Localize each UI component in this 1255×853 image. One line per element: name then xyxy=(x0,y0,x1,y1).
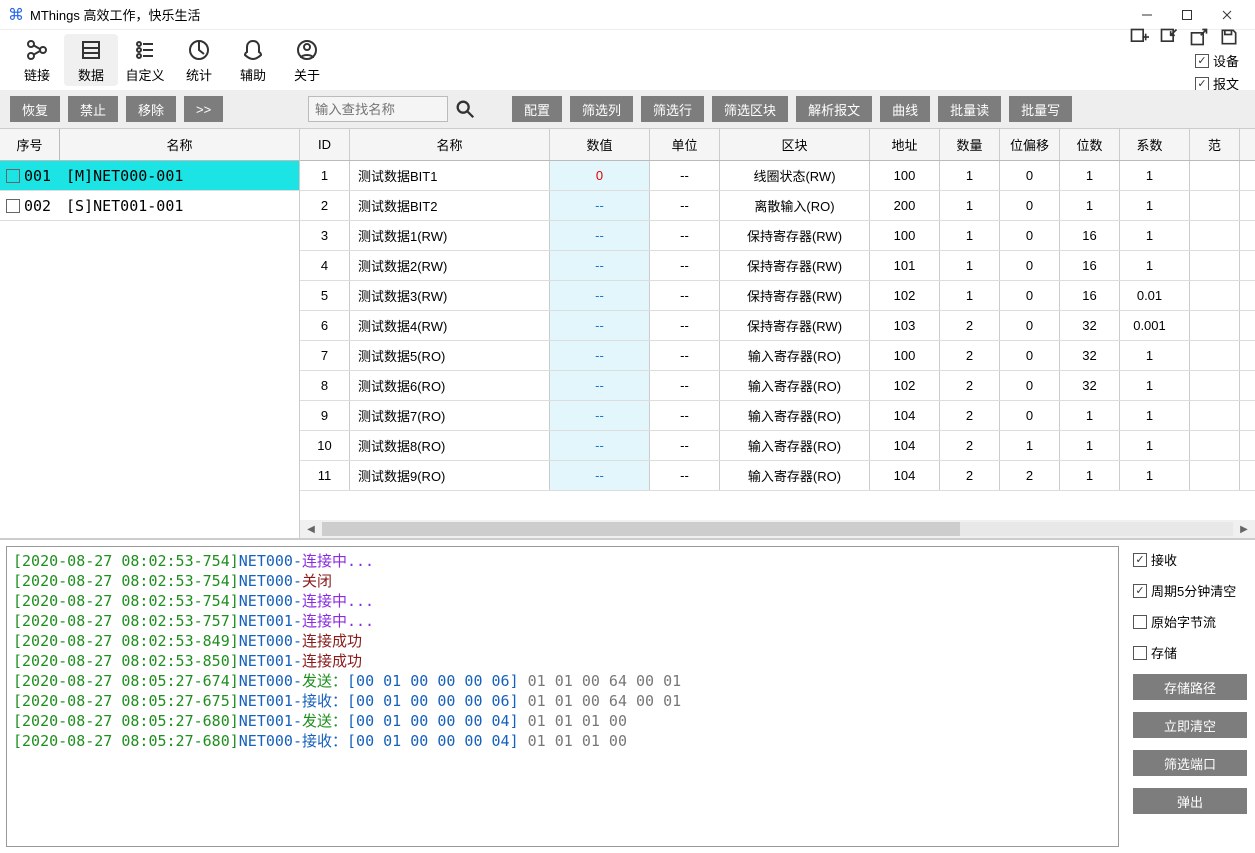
col-coef: 系数 xyxy=(1120,129,1190,160)
col-addr: 地址 xyxy=(870,129,940,160)
clear-now-button[interactable]: 立即清空 xyxy=(1133,712,1247,738)
filter-port-button[interactable]: 筛选端口 xyxy=(1133,750,1247,776)
period-clear-checkbox[interactable]: ✓周期5分钟清空 xyxy=(1133,581,1247,600)
filter-row-button[interactable]: 筛选行 xyxy=(641,96,704,122)
recover-button[interactable]: 恢复 xyxy=(10,96,60,122)
tab-data[interactable]: 数据 xyxy=(64,34,118,86)
col-id: ID xyxy=(300,129,350,160)
console-line: [2020-08-27 08:02:53-757]NET001-连接中... xyxy=(13,611,1112,631)
assist-icon xyxy=(241,37,265,63)
window-title: MThings 高效工作，快乐生活 xyxy=(30,5,1127,24)
left-col-name: 名称 xyxy=(60,129,299,160)
titlebar: ⌘ MThings 高效工作，快乐生活 xyxy=(0,0,1255,30)
col-unit: 单位 xyxy=(650,129,720,160)
table-row[interactable]: 4测试数据2(RW)----保持寄存器(RW)10110161 xyxy=(300,251,1255,281)
scroll-left-icon[interactable]: ◀ xyxy=(304,522,318,536)
table-row[interactable]: 9测试数据7(RO)----输入寄存器(RO)1042011 xyxy=(300,401,1255,431)
right-panel: ID 名称 数值 单位 区块 地址 数量 位偏移 位数 系数 范 1测试数据BI… xyxy=(300,129,1255,538)
table-row[interactable]: 3测试数据1(RW)----保持寄存器(RW)10010161 xyxy=(300,221,1255,251)
table-row[interactable]: 5测试数据3(RW)----保持寄存器(RW)10210160.01 xyxy=(300,281,1255,311)
link-icon xyxy=(25,37,49,63)
main-toolbar: 链接数据自定义统计辅助关于 ✓设备 ✓报文 xyxy=(0,30,1255,90)
scroll-right-icon[interactable]: ▶ xyxy=(1237,522,1251,536)
device-check-label: 设备 xyxy=(1213,51,1239,70)
tab-stats[interactable]: 统计 xyxy=(172,34,226,86)
tab-link[interactable]: 链接 xyxy=(10,34,64,86)
col-qty: 数量 xyxy=(940,129,1000,160)
store-checkbox[interactable]: 存储 xyxy=(1133,643,1247,662)
export-icon[interactable] xyxy=(1189,27,1209,47)
col-extra: 范 xyxy=(1190,129,1240,160)
console-line: [2020-08-27 08:02:53-849]NET000-连接成功 xyxy=(13,631,1112,651)
popout-button[interactable]: 弹出 xyxy=(1133,788,1247,814)
row-checkbox[interactable] xyxy=(6,169,20,183)
console-line: [2020-08-27 08:02:53-754]NET000-连接中... xyxy=(13,591,1112,611)
parse-packet-button[interactable]: 解析报文 xyxy=(796,96,872,122)
filter-block-button[interactable]: 筛选区块 xyxy=(712,96,788,122)
stats-icon xyxy=(187,37,211,63)
h-scrollbar[interactable]: ◀ ▶ xyxy=(300,520,1255,538)
console-line: [2020-08-27 08:05:27-675]NET001-接收：[00 0… xyxy=(13,691,1112,711)
console-line: [2020-08-27 08:05:27-680]NET000-接收：[00 0… xyxy=(13,731,1112,751)
data-icon xyxy=(79,37,103,63)
config-button[interactable]: 配置 xyxy=(512,96,562,122)
minimize-button[interactable] xyxy=(1127,0,1167,30)
curve-button[interactable]: 曲线 xyxy=(880,96,930,122)
device-row[interactable]: 002[S]NET001-001 xyxy=(0,191,299,221)
left-col-seq: 序号 xyxy=(0,129,60,160)
maximize-button[interactable] xyxy=(1167,0,1207,30)
filter-col-button[interactable]: 筛选列 xyxy=(570,96,633,122)
remove-button[interactable]: 移除 xyxy=(126,96,176,122)
batch-write-button[interactable]: 批量写 xyxy=(1009,96,1072,122)
app-logo-icon: ⌘ xyxy=(8,5,24,25)
about-icon xyxy=(295,37,319,63)
data-table-header: ID 名称 数值 单位 区块 地址 数量 位偏移 位数 系数 范 xyxy=(300,129,1255,161)
more-button[interactable]: >> xyxy=(184,96,223,122)
console-controls: ✓接收 ✓周期5分钟清空 原始字节流 存储 存储路径 立即清空 筛选端口 弹出 xyxy=(1125,540,1255,853)
batch-read-button[interactable]: 批量读 xyxy=(938,96,1001,122)
tab-assist[interactable]: 辅助 xyxy=(226,34,280,86)
col-value: 数值 xyxy=(550,129,650,160)
table-row[interactable]: 10测试数据8(RO)----输入寄存器(RO)1042111 xyxy=(300,431,1255,461)
table-row[interactable]: 8测试数据6(RO)----输入寄存器(RO)10220321 xyxy=(300,371,1255,401)
search-input[interactable] xyxy=(308,96,448,122)
table-row[interactable]: 7测试数据5(RO)----输入寄存器(RO)10020321 xyxy=(300,341,1255,371)
table-row[interactable]: 1测试数据BIT10--线圈状态(RW)1001011 xyxy=(300,161,1255,191)
search-icon[interactable] xyxy=(454,98,476,120)
custom-icon xyxy=(133,37,157,63)
table-row[interactable]: 2测试数据BIT2----离散输入(RO)2001011 xyxy=(300,191,1255,221)
device-checkbox[interactable]: ✓设备 xyxy=(1195,51,1239,70)
col-bits: 位数 xyxy=(1060,129,1120,160)
recv-checkbox[interactable]: ✓接收 xyxy=(1133,550,1247,569)
tab-about[interactable]: 关于 xyxy=(280,34,334,86)
close-button[interactable] xyxy=(1207,0,1247,30)
console-line: [2020-08-27 08:02:53-754]NET000-连接中... xyxy=(13,551,1112,571)
device-row[interactable]: 001[M]NET000-001 xyxy=(0,161,299,191)
save-icon[interactable] xyxy=(1219,27,1239,47)
col-block: 区块 xyxy=(720,129,870,160)
tab-custom[interactable]: 自定义 xyxy=(118,34,172,86)
forbid-button[interactable]: 禁止 xyxy=(68,96,118,122)
table-row[interactable]: 11测试数据9(RO)----输入寄存器(RO)1042211 xyxy=(300,461,1255,491)
row-checkbox[interactable] xyxy=(6,199,20,213)
console-line: [2020-08-27 08:05:27-674]NET000-发送：[00 0… xyxy=(13,671,1112,691)
raw-bytes-checkbox[interactable]: 原始字节流 xyxy=(1133,612,1247,631)
import-icon[interactable] xyxy=(1159,27,1179,47)
console-line: [2020-08-27 08:05:27-680]NET001-发送：[00 0… xyxy=(13,711,1112,731)
console-output[interactable]: [2020-08-27 08:02:53-754]NET000-连接中...[2… xyxy=(6,546,1119,847)
store-path-button[interactable]: 存储路径 xyxy=(1133,674,1247,700)
col-name: 名称 xyxy=(350,129,550,160)
left-panel: 序号 名称 001[M]NET000-001002[S]NET001-001 xyxy=(0,129,300,538)
action-bar: 恢复 禁止 移除 >> 配置 筛选列 筛选行 筛选区块 解析报文 曲线 批量读 … xyxy=(0,90,1255,128)
table-row[interactable]: 6测试数据4(RW)----保持寄存器(RW)10320320.001 xyxy=(300,311,1255,341)
console-line: [2020-08-27 08:02:53-850]NET001-连接成功 xyxy=(13,651,1112,671)
col-bitoff: 位偏移 xyxy=(1000,129,1060,160)
new-window-icon[interactable] xyxy=(1129,27,1149,47)
console-line: [2020-08-27 08:02:53-754]NET000-关闭 xyxy=(13,571,1112,591)
